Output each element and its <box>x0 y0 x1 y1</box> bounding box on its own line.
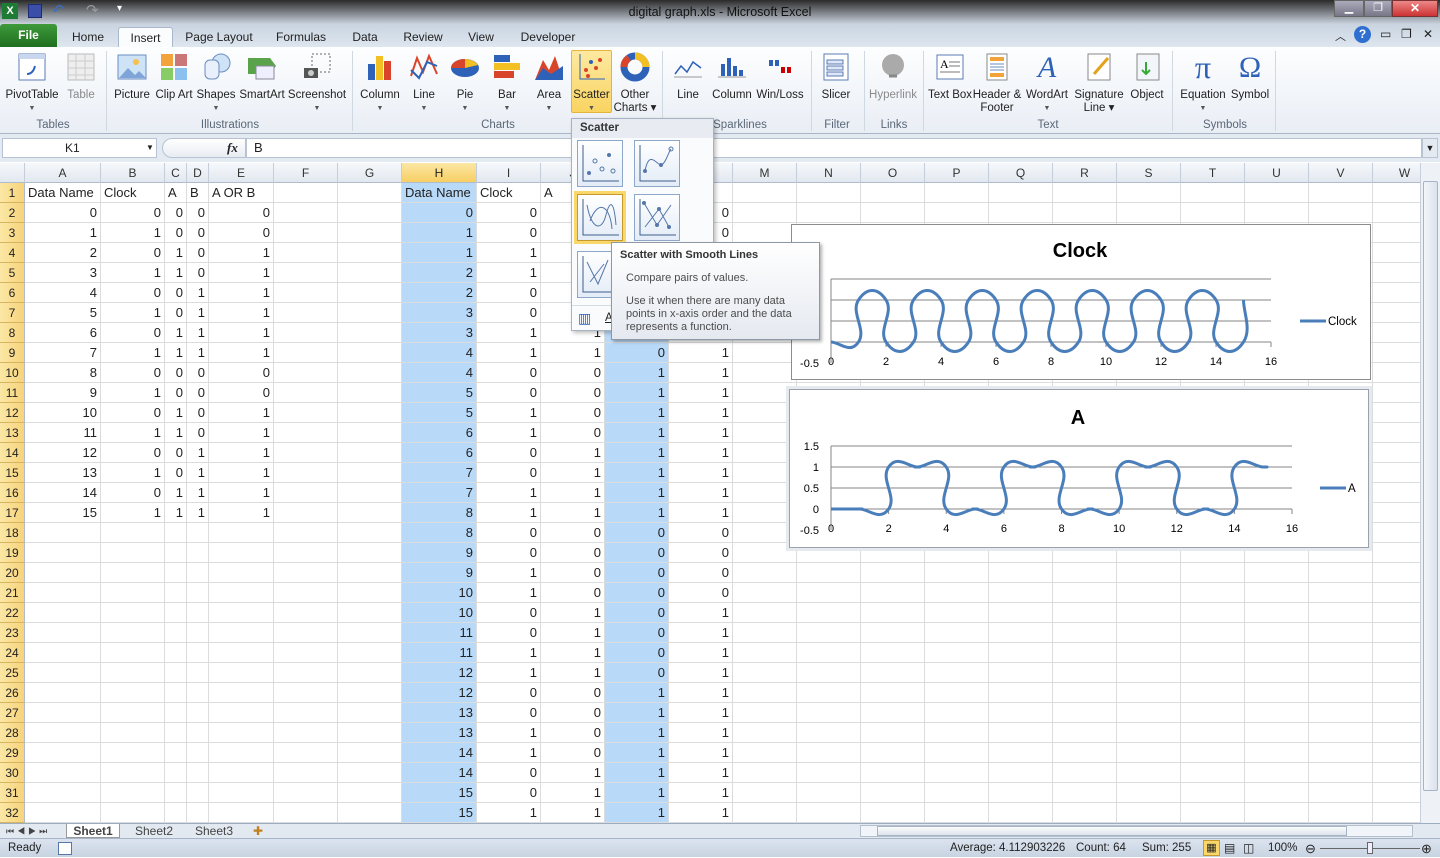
zoom-level[interactable]: 100% <box>1268 839 1297 858</box>
zoom-out-button[interactable]: ⊖ <box>1305 839 1316 858</box>
scatter-markers-only-option[interactable] <box>577 140 623 187</box>
all-chart-types-icon[interactable]: ▥ <box>578 310 591 327</box>
chart-title: Clock <box>1053 240 1108 262</box>
sheet-tab-sheet1[interactable]: Sheet1 <box>66 824 120 838</box>
charts-layer: Clock0 2 4 6 8 10 12 14 16-0.5ClockA0 2 4 6 8 10 12 14 1… <box>800 240 1357 537</box>
x-tick-label: 4 <box>943 523 949 535</box>
x-tick-label: 6 <box>1001 523 1007 535</box>
x-tick-label: 10 <box>1100 356 1112 368</box>
x-tick-label: 14 <box>1210 356 1222 368</box>
page-layout-view-button[interactable]: ▤ <box>1224 839 1235 858</box>
scatter-smooth-lines-option[interactable] <box>577 194 623 241</box>
zoom-slider-thumb[interactable] <box>1367 842 1373 854</box>
page-break-view-button[interactable]: ◫ <box>1243 839 1254 858</box>
x-tick-label: 12 <box>1155 356 1167 368</box>
horizontal-scrollbar[interactable] <box>860 825 1413 837</box>
x-tick-label: 16 <box>1286 523 1298 535</box>
y-tick-label: 1.5 <box>804 441 819 453</box>
legend-label: A <box>1348 483 1356 495</box>
tooltip-title: Scatter with Smooth Lines <box>620 249 759 261</box>
x-tick-label: 0 <box>828 356 834 368</box>
horizontal-scroll-thumb[interactable] <box>877 826 1347 836</box>
x-tick-label: 14 <box>1228 523 1240 535</box>
x-tick-label: 4 <box>938 356 944 368</box>
tooltip-scatter-smooth-lines: Scatter with Smooth Lines Compare pairs … <box>611 242 820 340</box>
x-tick-label: 2 <box>883 356 889 368</box>
zoom-in-button[interactable]: ⊕ <box>1421 839 1432 858</box>
y-tick-label: 1 <box>813 462 819 474</box>
macro-record-icon[interactable] <box>58 842 72 855</box>
sheet-tab-sheet3[interactable]: Sheet3 <box>187 824 241 838</box>
sheet-tabs-bar: ⏮◀▶⏭ Sheet1 Sheet2 Sheet3 ✚ <box>0 823 1440 838</box>
scatter-straight-lines-markers-option[interactable] <box>634 194 680 241</box>
normal-view-button[interactable]: ▦ <box>1203 840 1220 856</box>
status-average: Average: 4.112903226 <box>950 842 1066 854</box>
x-tick-label: 6 <box>993 356 999 368</box>
tooltip-line-2: Use it when there are many data points i… <box>626 295 792 333</box>
y-tick-label: 0.5 <box>804 483 819 495</box>
status-ready: Ready <box>8 842 42 854</box>
y-tick-label: 0 <box>813 504 819 516</box>
insert-sheet-icon[interactable]: ✚ <box>253 824 263 838</box>
legend-label: Clock <box>1328 316 1357 328</box>
y-tick-label: -0.5 <box>800 358 819 370</box>
scatter-smooth-lines-markers-option[interactable] <box>634 140 680 187</box>
y-tick-label: -0.5 <box>800 525 819 537</box>
x-tick-label: 12 <box>1171 523 1183 535</box>
sheet-nav-buttons[interactable]: ⏮◀▶⏭ <box>6 824 50 838</box>
status-sum: Sum: 255 <box>1142 842 1192 854</box>
chart-title: A <box>1071 407 1085 429</box>
gallery-title: Scatter <box>572 119 713 138</box>
x-tick-label: 0 <box>828 523 834 535</box>
sheet-tab-sheet2[interactable]: Sheet2 <box>127 824 181 838</box>
x-tick-label: 2 <box>886 523 892 535</box>
x-tick-label: 8 <box>1058 523 1064 535</box>
x-tick-label: 10 <box>1113 523 1125 535</box>
status-count: Count: 64 <box>1076 842 1126 854</box>
tooltip-line-1: Compare pairs of values. <box>626 272 749 284</box>
x-tick-label: 8 <box>1048 356 1054 368</box>
x-tick-label: 16 <box>1265 356 1277 368</box>
status-bar: Ready Average: 4.112903226 Count: 64 Sum… <box>0 838 1440 857</box>
